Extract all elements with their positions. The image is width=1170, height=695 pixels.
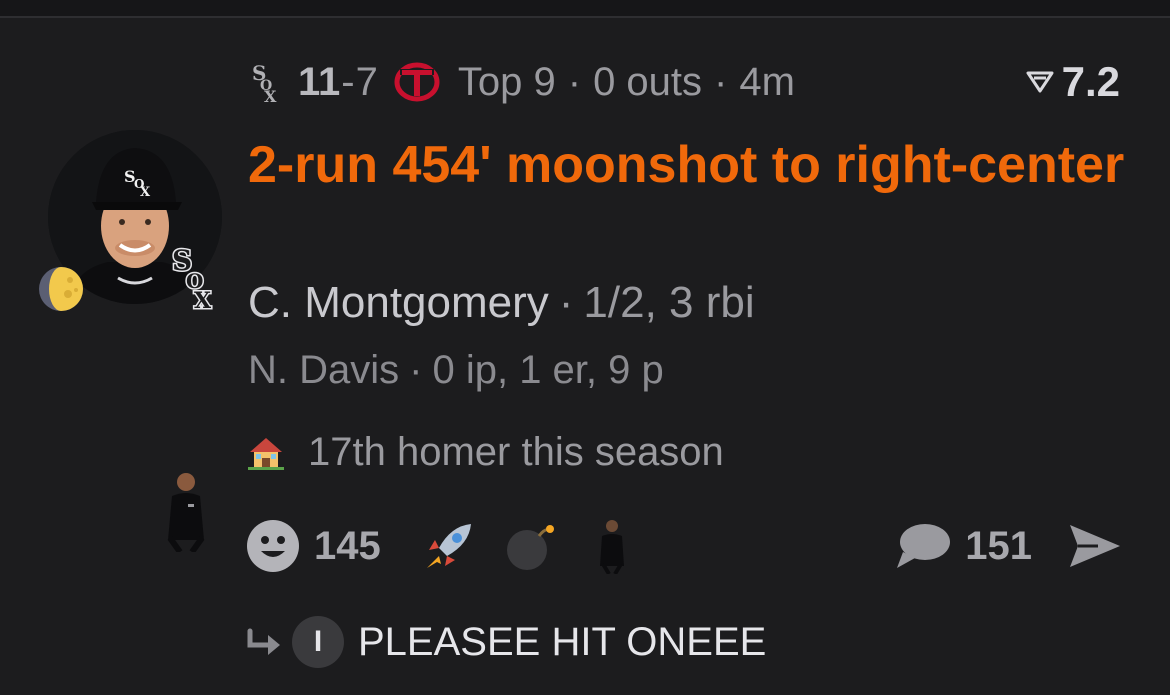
batter-line[interactable]: C. Montgomery · 1/2, 3 rbi [248, 278, 755, 328]
play-rating[interactable]: 7.2 [1026, 56, 1120, 108]
batter-stats: 1/2, 3 rbi [583, 278, 755, 327]
batter-name[interactable]: C. Montgomery [248, 278, 549, 327]
bomb-icon[interactable] [505, 520, 557, 572]
team-logo-badge-icon: S O X [171, 244, 214, 312]
comment-bubble-icon[interactable] [895, 522, 951, 570]
smile-icon[interactable] [246, 519, 300, 573]
svg-text:X: X [194, 288, 212, 312]
rating-value: 7.2 [1061, 58, 1120, 105]
inning: Top 9 [457, 59, 556, 104]
coach-sticker-icon[interactable] [597, 518, 627, 574]
reply-text: PLEASEE HIT ONEEE [358, 619, 767, 664]
pitcher-name[interactable]: N. Davis [248, 348, 399, 392]
pitcher-line[interactable]: N. Davis · 0 ip, 1 er, 9 p [248, 348, 664, 393]
svg-text:X: X [140, 185, 151, 200]
separator-dot: · [409, 348, 423, 392]
house-icon [248, 438, 284, 470]
season-note-text: 17th homer this season [308, 429, 724, 474]
reactions-bar[interactable]: 145 [246, 514, 627, 578]
separator-dot: · [567, 59, 582, 104]
moon-icon [39, 267, 83, 311]
separator-dot: · [714, 59, 728, 104]
twins-logo-icon [394, 62, 440, 102]
reply-arrow-icon [247, 628, 280, 655]
white-sox-logo-icon: S O X [252, 61, 277, 104]
rocket-icon[interactable] [421, 518, 477, 574]
outs: 0 outs [593, 59, 703, 104]
reply-user-avatar[interactable]: I [292, 616, 344, 668]
pitcher-stats: 0 ip, 1 er, 9 p [432, 348, 664, 392]
reaction-count: 145 [314, 523, 381, 568]
svg-text:X: X [264, 87, 277, 104]
score-separator: - [341, 59, 355, 104]
separator-dot: · [558, 278, 574, 327]
play-headline[interactable]: 2-run 454' moonshot to right-center [248, 130, 1128, 200]
home-score: 7 [355, 59, 378, 104]
game-meta-row[interactable]: S O X 11 - 7 Top 9 · 0 outs · 4m [250, 56, 795, 108]
send-icon[interactable] [1068, 521, 1122, 571]
rating-triangle-icon [1026, 71, 1054, 93]
elapsed-time: 4m [739, 59, 795, 104]
coach-sticker-icon[interactable] [162, 470, 210, 552]
comment-count: 151 [965, 523, 1032, 568]
comments-section[interactable]: 151 [895, 514, 1122, 578]
top-divider [0, 0, 1170, 18]
away-score: 11 [298, 59, 341, 104]
reply-preview[interactable]: I PLEASEE HIT ONEEE [246, 612, 766, 672]
season-note: 17th homer this season [248, 426, 724, 478]
